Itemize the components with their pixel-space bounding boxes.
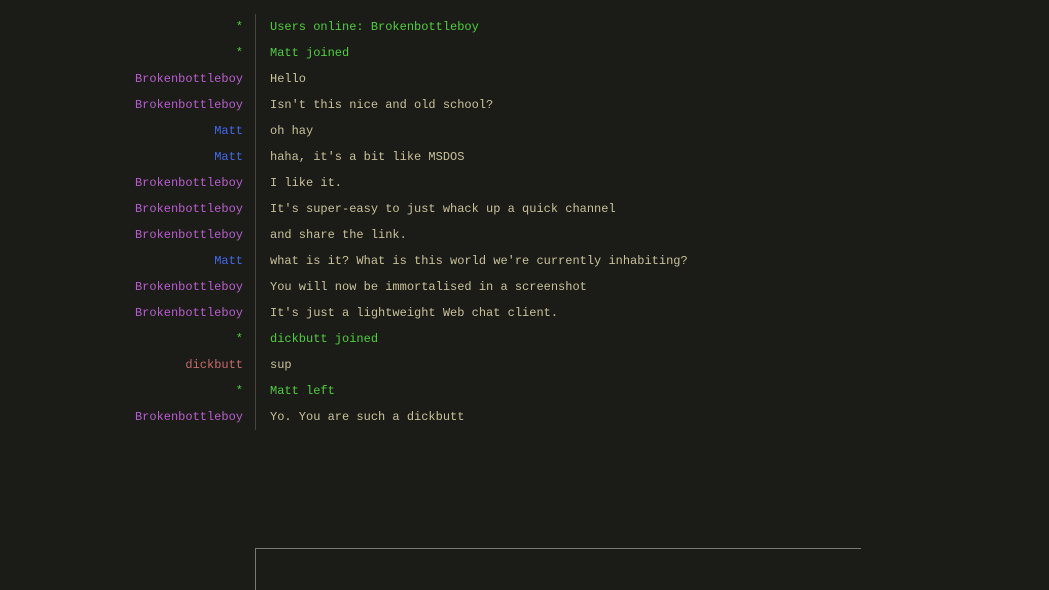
- chat-row: *Matt left: [0, 378, 1049, 404]
- separator: [255, 222, 256, 248]
- nickname: Brokenbottleboy: [0, 404, 255, 430]
- separator: [255, 66, 256, 92]
- chat-row: BrokenbottleboyYou will now be immortali…: [0, 274, 1049, 300]
- system-marker: *: [0, 378, 255, 404]
- input-box: [255, 548, 861, 590]
- chat-row: Mattoh hay: [0, 118, 1049, 144]
- chat-row: Brokenbottleboyand share the link.: [0, 222, 1049, 248]
- chat-row: BrokenbottleboyIsn't this nice and old s…: [0, 92, 1049, 118]
- chat-message: Hello: [256, 66, 306, 92]
- chat-message: Isn't this nice and old school?: [256, 92, 493, 118]
- chat-message: haha, it's a bit like MSDOS: [256, 144, 464, 170]
- chat-message: It's super-easy to just whack up a quick…: [256, 196, 616, 222]
- chat-row: BrokenbottleboyIt's just a lightweight W…: [0, 300, 1049, 326]
- chat-message: I like it.: [256, 170, 342, 196]
- input-spacer: [0, 548, 255, 590]
- nickname: Brokenbottleboy: [0, 170, 255, 196]
- system-marker: *: [0, 14, 255, 40]
- message-list: *Users online: Brokenbottleboy*Matt join…: [0, 0, 1049, 548]
- chat-message: and share the link.: [256, 222, 407, 248]
- chat-row: dickbuttsup: [0, 352, 1049, 378]
- system-marker: *: [0, 40, 255, 66]
- separator: [255, 14, 256, 40]
- chat-message: sup: [256, 352, 292, 378]
- chat-window: *Users online: Brokenbottleboy*Matt join…: [0, 0, 1049, 590]
- system-message: Matt joined: [256, 40, 349, 66]
- separator: [255, 300, 256, 326]
- separator: [255, 118, 256, 144]
- system-message: Matt left: [256, 378, 335, 404]
- separator: [255, 170, 256, 196]
- nickname: Brokenbottleboy: [0, 66, 255, 92]
- separator: [255, 196, 256, 222]
- chat-message: what is it? What is this world we're cur…: [256, 248, 688, 274]
- chat-row: BrokenbottleboyIt's super-easy to just w…: [0, 196, 1049, 222]
- nickname: Matt: [0, 118, 255, 144]
- chat-row: *Matt joined: [0, 40, 1049, 66]
- separator: [255, 404, 256, 430]
- system-message: dickbutt joined: [256, 326, 378, 352]
- chat-row: BrokenbottleboyYo. You are such a dickbu…: [0, 404, 1049, 430]
- nickname: Brokenbottleboy: [0, 300, 255, 326]
- nickname: Matt: [0, 248, 255, 274]
- nickname: Brokenbottleboy: [0, 274, 255, 300]
- chat-message: Yo. You are such a dickbutt: [256, 404, 464, 430]
- nickname: Brokenbottleboy: [0, 196, 255, 222]
- separator: [255, 274, 256, 300]
- chat-row: Mattwhat is it? What is this world we're…: [0, 248, 1049, 274]
- chat-message: You will now be immortalised in a screen…: [256, 274, 587, 300]
- separator: [255, 248, 256, 274]
- chat-row: Matthaha, it's a bit like MSDOS: [0, 144, 1049, 170]
- separator: [255, 144, 256, 170]
- chat-row: BrokenbottleboyHello: [0, 66, 1049, 92]
- nickname: Brokenbottleboy: [0, 92, 255, 118]
- chat-row: *Users online: Brokenbottleboy: [0, 14, 1049, 40]
- nickname: Brokenbottleboy: [0, 222, 255, 248]
- separator: [255, 326, 256, 352]
- separator: [255, 92, 256, 118]
- chat-input[interactable]: [256, 549, 861, 590]
- chat-message: It's just a lightweight Web chat client.: [256, 300, 558, 326]
- separator: [255, 378, 256, 404]
- separator: [255, 40, 256, 66]
- nickname: dickbutt: [0, 352, 255, 378]
- input-area: [0, 548, 1049, 590]
- system-message: Users online: Brokenbottleboy: [256, 14, 479, 40]
- nickname: Matt: [0, 144, 255, 170]
- chat-message: oh hay: [256, 118, 313, 144]
- chat-row: *dickbutt joined: [0, 326, 1049, 352]
- separator: [255, 352, 256, 378]
- system-marker: *: [0, 326, 255, 352]
- chat-row: BrokenbottleboyI like it.: [0, 170, 1049, 196]
